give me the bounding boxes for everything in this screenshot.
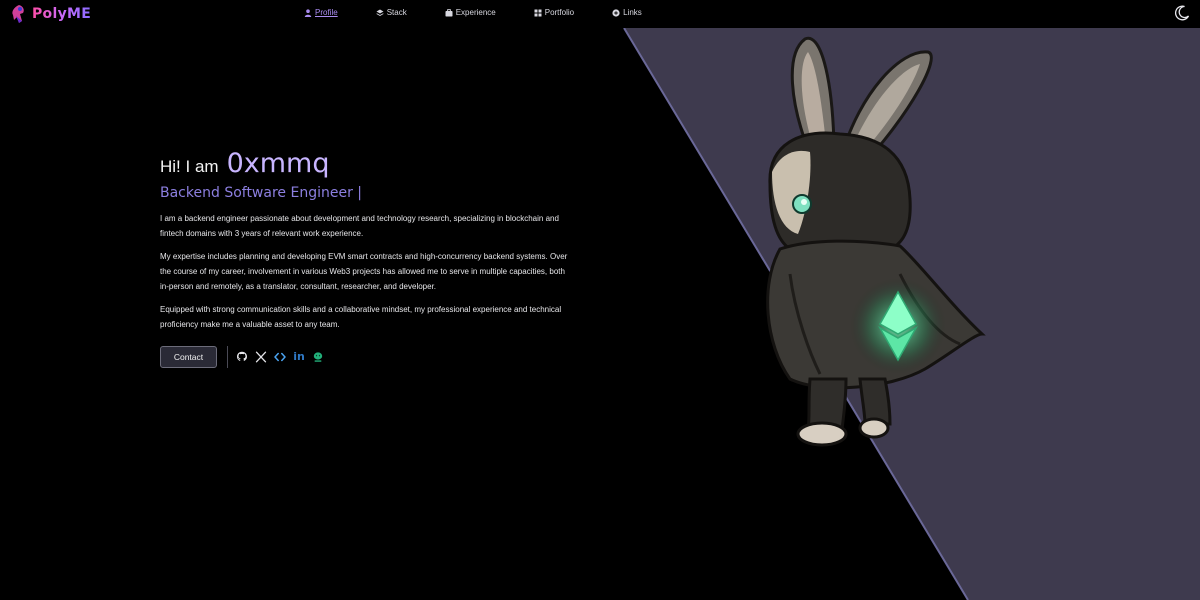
user-icon bbox=[304, 8, 312, 17]
linkedin-label: in bbox=[293, 350, 305, 363]
nav-item-links[interactable]: Links bbox=[612, 8, 642, 17]
brand-name: PolyME bbox=[32, 6, 92, 22]
divider bbox=[227, 346, 228, 368]
linkedin-icon[interactable]: in bbox=[293, 351, 305, 363]
role-title: Backend Software Engineer | bbox=[160, 185, 362, 201]
greeting-prefix: Hi! I am bbox=[160, 157, 219, 176]
nav-item-experience[interactable]: Experience bbox=[445, 8, 496, 17]
nav-item-profile[interactable]: Profile bbox=[304, 8, 338, 17]
layers-icon bbox=[376, 9, 384, 16]
nav-item-portfolio[interactable]: Portfolio bbox=[534, 8, 574, 17]
bunny-character-illustration bbox=[766, 36, 986, 447]
bio-paragraph: My expertise includes planning and devel… bbox=[160, 252, 568, 291]
hero-section: Hi! I am 0xmmq Backend Software Engineer… bbox=[160, 148, 570, 368]
main-nav: Profile Stack Experience Portfolio Links bbox=[304, 8, 680, 17]
nav-item-label: Portfolio bbox=[544, 8, 575, 17]
moon-icon[interactable] bbox=[1174, 5, 1190, 21]
briefcase-icon bbox=[445, 8, 453, 16]
code-icon[interactable] bbox=[274, 351, 286, 363]
github-icon[interactable] bbox=[236, 351, 248, 363]
nav-item-label: Experience bbox=[455, 8, 496, 17]
nav-item-label: Profile bbox=[315, 8, 338, 17]
x-icon[interactable] bbox=[255, 351, 267, 363]
bio-paragraph: Equipped with strong communication skill… bbox=[160, 305, 562, 329]
cake-icon[interactable] bbox=[312, 351, 324, 363]
nav-item-label: Stack bbox=[386, 8, 407, 17]
brand-logo-icon bbox=[12, 5, 24, 23]
social-links: in bbox=[236, 351, 324, 363]
bio-paragraph: I am a backend engineer passionate about… bbox=[160, 214, 559, 238]
greeting: Hi! I am 0xmmq bbox=[160, 148, 570, 179]
nav-item-label: Links bbox=[623, 8, 642, 17]
brand[interactable]: PolyME bbox=[10, 4, 91, 24]
navbar: PolyME Profile Stack Experience Portfoli… bbox=[0, 0, 1200, 28]
contact-button[interactable]: Contact bbox=[160, 346, 217, 368]
grid-icon bbox=[534, 9, 542, 16]
developer-name: 0xmmq bbox=[226, 148, 330, 179]
link-icon bbox=[612, 8, 620, 17]
nav-item-stack[interactable]: Stack bbox=[376, 8, 407, 17]
hero-actions: Contact in bbox=[160, 346, 570, 368]
